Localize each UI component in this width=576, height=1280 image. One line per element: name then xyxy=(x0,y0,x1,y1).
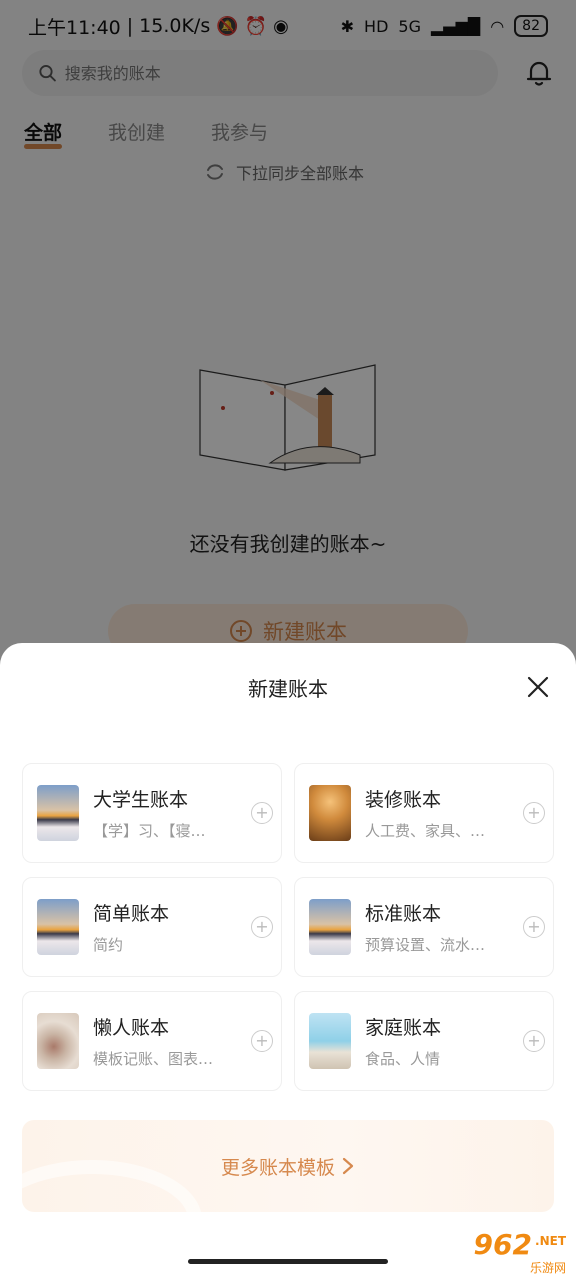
add-template-button[interactable]: + xyxy=(523,916,545,938)
sheet-title: 新建账本 xyxy=(248,677,328,701)
template-card-lazy[interactable]: 懒人账本 模板记账、图表… + xyxy=(22,991,282,1091)
watermark-net: .NET xyxy=(535,1234,566,1248)
sky-icon xyxy=(309,899,351,955)
template-name: 装修账本 xyxy=(365,789,442,811)
template-card-standard[interactable]: 标准账本 预算设置、流水… + xyxy=(294,877,554,977)
template-desc: 人工费、家具、… xyxy=(365,822,486,840)
add-template-button[interactable]: + xyxy=(251,802,273,824)
template-card-renovation[interactable]: 装修账本 人工费、家具、… + xyxy=(294,763,554,863)
template-name: 标准账本 xyxy=(365,903,442,925)
add-template-button[interactable]: + xyxy=(251,1030,273,1052)
template-grid: 大学生账本 【学】习、【寝… + 装修账本 人工费、家具、… + 简单账本 简约… xyxy=(22,763,554,1091)
family-icon xyxy=(309,1013,351,1069)
new-ledger-sheet: 新建账本 大学生账本 【学】习、【寝… + 装修账本 人工费、家具、… + 简单… xyxy=(0,643,576,1280)
template-name: 家庭账本 xyxy=(365,1017,442,1039)
sky-icon xyxy=(37,785,79,841)
close-icon[interactable] xyxy=(526,675,550,699)
more-templates-button[interactable]: 更多账本模板 xyxy=(22,1120,554,1212)
template-desc: 简约 xyxy=(93,936,124,954)
tea-icon xyxy=(37,1013,79,1069)
watermark-number: 962 xyxy=(473,1228,532,1261)
add-template-button[interactable]: + xyxy=(523,802,545,824)
site-watermark: 962 .NET 乐游网 xyxy=(440,1228,570,1276)
template-desc: 模板记账、图表… xyxy=(93,1050,214,1068)
template-name: 简单账本 xyxy=(93,903,170,925)
sky-icon xyxy=(37,899,79,955)
template-desc: 预算设置、流水… xyxy=(365,936,486,954)
template-name: 懒人账本 xyxy=(93,1017,170,1039)
template-desc: 食品、人情 xyxy=(365,1050,441,1068)
lamp-icon xyxy=(309,785,351,841)
add-template-button[interactable]: + xyxy=(523,1030,545,1052)
home-indicator[interactable] xyxy=(188,1259,388,1264)
add-template-button[interactable]: + xyxy=(251,916,273,938)
more-templates-label: 更多账本模板 xyxy=(220,1156,335,1179)
template-card-simple[interactable]: 简单账本 简约 + xyxy=(22,877,282,977)
template-desc: 【学】习、【寝… xyxy=(93,822,206,840)
chevron-right-icon xyxy=(342,1157,354,1175)
template-card-college[interactable]: 大学生账本 【学】习、【寝… + xyxy=(22,763,282,863)
template-card-family[interactable]: 家庭账本 食品、人情 + xyxy=(294,991,554,1091)
template-name: 大学生账本 xyxy=(93,789,189,811)
watermark-sub: 乐游网 xyxy=(529,1261,566,1275)
